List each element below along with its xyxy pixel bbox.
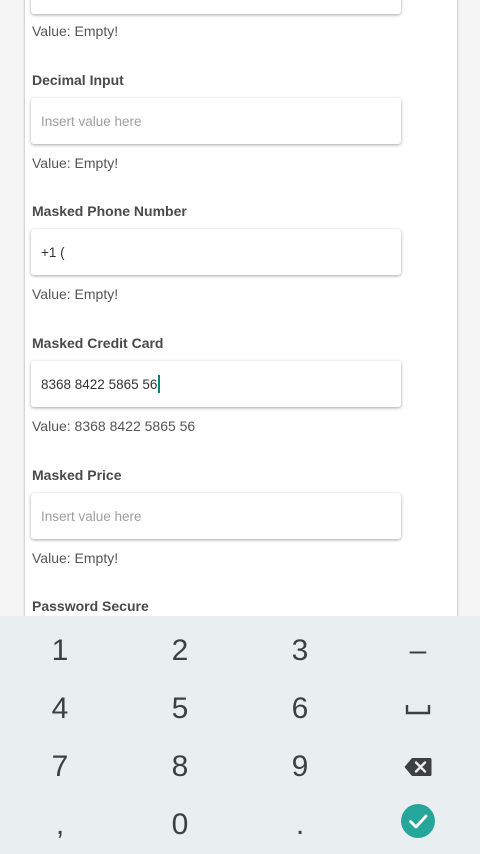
key-9[interactable]: 9 [240,738,360,796]
key-2[interactable]: 2 [120,622,240,680]
key-minus[interactable]: – [358,622,478,680]
key-4[interactable]: 4 [0,680,120,738]
check-icon [401,804,435,838]
decimal-value-text: Value: Empty! [32,155,119,171]
key-1[interactable]: 1 [0,622,120,680]
key-6[interactable]: 6 [240,680,360,738]
credit-card-input-text: 8368 8422 5865 56 [41,376,158,392]
price-value-text: Value: Empty! [32,550,119,566]
space-icon [405,705,431,715]
price-input-label: Masked Price [32,467,122,483]
key-8[interactable]: 8 [120,738,240,796]
price-input[interactable]: Insert value here [31,493,401,539]
phone-input[interactable]: +1 ( [31,229,401,275]
decimal-input[interactable]: Insert value here [31,98,401,144]
credit-card-value-text: Value: 8368 8422 5865 56 [32,418,196,434]
key-7[interactable]: 7 [0,738,120,796]
top-value-text: Value: Empty! [32,23,119,39]
phone-input-label: Masked Phone Number [32,203,187,219]
key-5[interactable]: 5 [120,680,240,738]
key-period[interactable]: . [240,796,360,854]
key-backspace[interactable] [358,738,478,796]
numeric-keyboard: 1 2 3 – 4 5 6 7 8 9 , 0 . [0,616,480,854]
key-0[interactable]: 0 [120,796,240,854]
key-done[interactable] [358,792,478,850]
phone-value-text: Value: Empty! [32,286,119,302]
text-caret [158,375,161,393]
key-comma[interactable]: , [0,796,120,854]
key-space[interactable] [358,680,478,738]
key-3[interactable]: 3 [240,622,360,680]
backspace-icon [404,758,432,776]
top-input[interactable] [31,0,401,14]
credit-card-input-label: Masked Credit Card [32,335,164,351]
credit-card-input[interactable]: 8368 8422 5865 56 [31,361,401,407]
password-input-label: Password Secure [32,598,149,614]
decimal-input-label: Decimal Input [32,72,124,88]
